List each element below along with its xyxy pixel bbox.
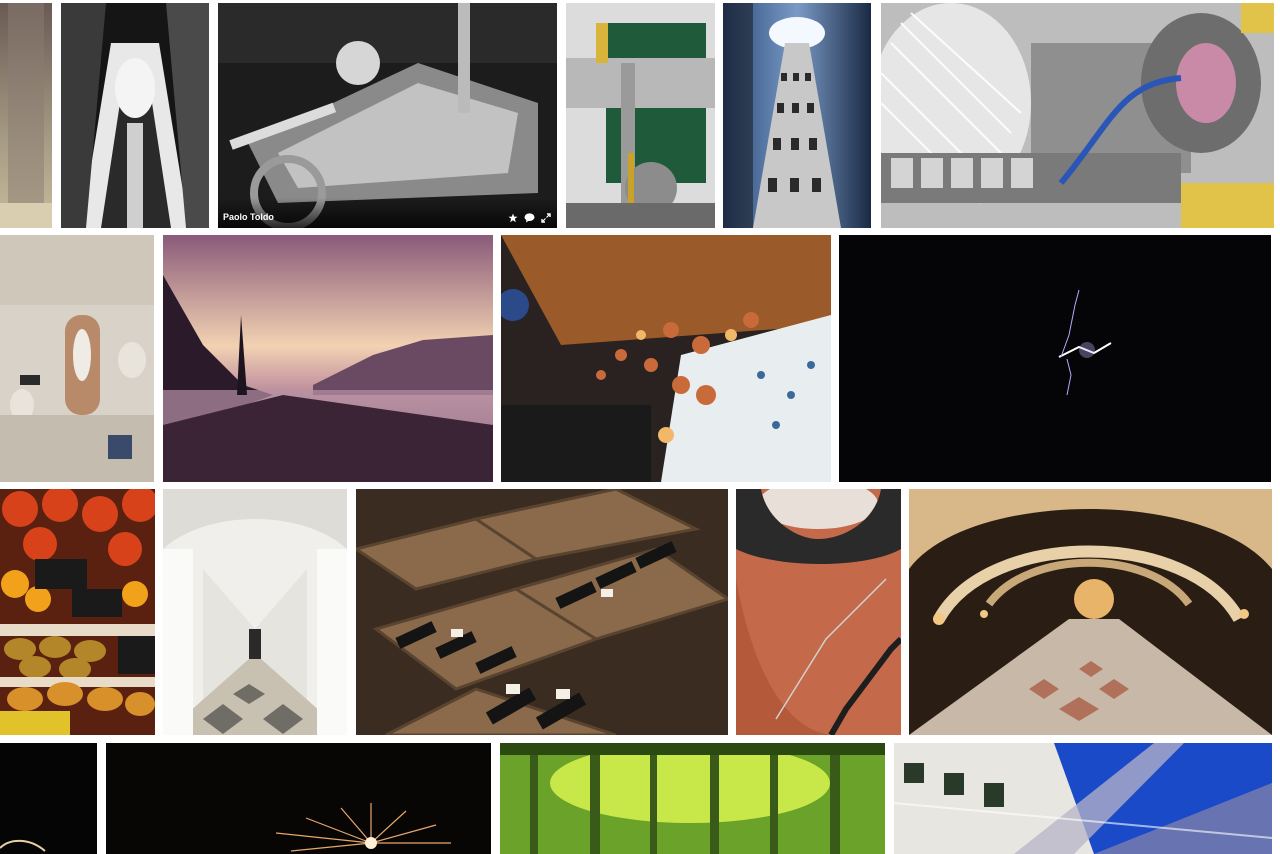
- lightning-photo: [839, 235, 1271, 482]
- glass-roof-photo: [894, 743, 1272, 854]
- bamboo-forest-photo: [500, 743, 885, 854]
- elevator-tower-photo: [723, 3, 871, 228]
- photo-hover-overlay: Paolo Toldo: [218, 198, 557, 228]
- photo-tile-baroque-hall[interactable]: [0, 235, 154, 482]
- photo-tile-white-corridor[interactable]: [163, 489, 347, 735]
- antiquarium-photo: [909, 489, 1272, 735]
- photo-tile-machinery[interactable]: [566, 3, 715, 228]
- photo-tile-fruit-market[interactable]: [0, 489, 155, 735]
- brick-staircase-photo: [736, 489, 901, 735]
- lantern-shop-photo: [501, 235, 831, 482]
- expand-icon[interactable]: [541, 213, 551, 223]
- comment-icon[interactable]: [524, 213, 535, 223]
- photo-tile-fireworks[interactable]: [106, 743, 491, 854]
- photo-tile-stairwell[interactable]: [61, 3, 209, 228]
- favorite-icon[interactable]: [508, 213, 518, 223]
- photo-tile-elevator-tower[interactable]: [723, 3, 871, 228]
- fruit-market-photo: [0, 489, 155, 735]
- photo-owner-name[interactable]: Paolo Toldo: [223, 212, 274, 222]
- night-photo: [0, 743, 97, 854]
- lake-sunset-photo: [163, 235, 493, 482]
- photo-tile-bamboo-forest[interactable]: [500, 743, 885, 854]
- photo-tile-jet-engine[interactable]: [881, 3, 1274, 228]
- wine-crates-photo: [356, 489, 728, 735]
- steam-engine-photo: [218, 3, 557, 228]
- white-corridor-photo: [163, 489, 347, 735]
- photo-tile-lake-sunset[interactable]: [163, 235, 493, 482]
- photo-tile-wine-crates[interactable]: [356, 489, 728, 735]
- photo-tile-glass-roof[interactable]: [894, 743, 1272, 854]
- photo-tile-night[interactable]: [0, 743, 97, 854]
- machinery-photo: [566, 3, 715, 228]
- baroque-hall-photo: [0, 235, 154, 482]
- photo-tile-lightning[interactable]: [839, 235, 1271, 482]
- photo-tile-steam-engine[interactable]: Paolo Toldo: [218, 3, 557, 228]
- doorway-photo: [0, 3, 52, 228]
- photo-tile-antiquarium[interactable]: [909, 489, 1272, 735]
- jet-engine-photo: [881, 3, 1274, 228]
- fireworks-photo: [106, 743, 491, 854]
- photo-tile-brick-staircase[interactable]: [736, 489, 901, 735]
- photo-tile-lantern-shop[interactable]: [501, 235, 831, 482]
- stairwell-photo: [61, 3, 209, 228]
- photo-tile-doorway[interactable]: [0, 3, 52, 228]
